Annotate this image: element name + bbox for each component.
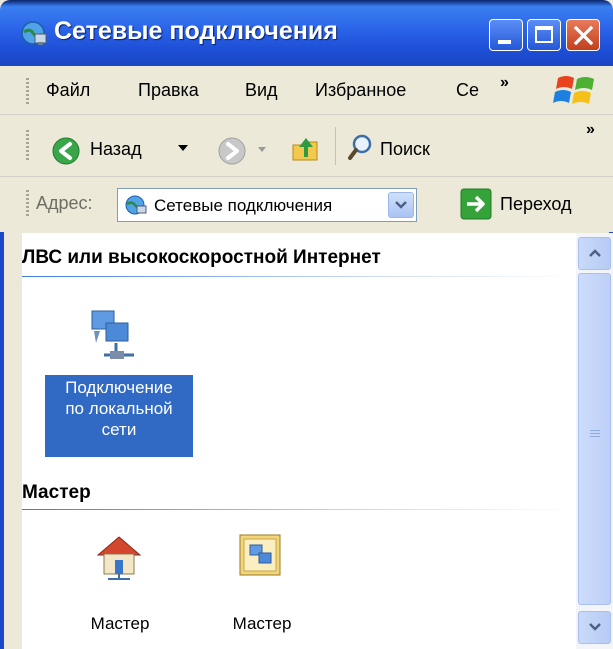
menu-favorites[interactable]: Избранное bbox=[315, 80, 406, 101]
menu-edit-label: Правка bbox=[138, 80, 199, 100]
section-divider bbox=[22, 509, 576, 510]
menu-view[interactable]: Вид bbox=[245, 80, 278, 101]
menu-file-label: Файл bbox=[46, 80, 91, 100]
forward-arrow-icon bbox=[218, 137, 246, 165]
chevron-down-icon bbox=[589, 623, 601, 631]
section-title-wizard: Мастер bbox=[22, 482, 91, 503]
network-connections-small-icon bbox=[125, 195, 147, 215]
menu-overflow-chevron[interactable]: » bbox=[500, 74, 509, 92]
network-setup-wizard-item[interactable]: Мастер bbox=[212, 523, 312, 638]
window: Сетевые подключения Файл Правка Вид Избр… bbox=[0, 0, 613, 649]
network-setup-wizard-label: Мастер bbox=[212, 613, 312, 634]
lan-connection-label: Подключение по локальной сети bbox=[45, 375, 193, 457]
network-setup-wizard-icon bbox=[239, 534, 281, 576]
label-line: Мастер bbox=[90, 614, 150, 633]
toolbar-overflow-chevron[interactable]: » bbox=[586, 121, 595, 139]
title-bar[interactable]: Сетевые подключения bbox=[0, 0, 613, 66]
search-label: Поиск bbox=[380, 139, 430, 159]
label-line: по локальной bbox=[65, 399, 173, 418]
close-icon bbox=[573, 25, 594, 46]
address-dropdown-button[interactable] bbox=[388, 192, 414, 218]
maximize-button[interactable] bbox=[527, 19, 561, 51]
maximize-icon bbox=[535, 26, 553, 43]
scroll-up-button[interactable] bbox=[578, 237, 611, 270]
scroll-thumb[interactable] bbox=[578, 273, 611, 605]
chevron-up-icon bbox=[589, 249, 601, 257]
up-folder-icon[interactable] bbox=[291, 135, 321, 163]
back-button[interactable]: Назад bbox=[38, 128, 208, 165]
home-network-wizard-item[interactable]: Мастер bbox=[70, 523, 170, 638]
menu-view-label: Вид bbox=[245, 80, 278, 100]
search-icon bbox=[348, 134, 372, 160]
go-button[interactable]: Переход bbox=[460, 186, 608, 224]
section-divider bbox=[22, 276, 576, 277]
standard-toolbar: Назад Поиск » bbox=[0, 115, 613, 177]
network-connections-icon bbox=[21, 21, 47, 45]
section-title-lan: ЛВС или высокоскоростной Интернет bbox=[22, 247, 381, 268]
forward-button[interactable] bbox=[210, 128, 285, 165]
menu-grip[interactable] bbox=[26, 78, 29, 104]
back-dropdown-icon[interactable] bbox=[178, 145, 188, 151]
menu-edit[interactable]: Правка bbox=[138, 80, 199, 101]
menu-service-label: Се bbox=[456, 80, 480, 100]
home-network-wizard-icon bbox=[96, 536, 142, 580]
content-pane: ЛВС или высокоскоростной Интернет Подклю… bbox=[22, 233, 576, 649]
close-button[interactable] bbox=[566, 19, 600, 51]
lan-connection-item[interactable]: Подключение по локальной сети bbox=[42, 295, 197, 459]
menu-favorites-label: Избранное bbox=[315, 80, 407, 100]
search-button[interactable]: Поиск bbox=[340, 128, 460, 164]
thumb-grip bbox=[590, 430, 600, 439]
address-grip[interactable] bbox=[26, 190, 29, 218]
menu-file[interactable]: Файл bbox=[46, 80, 90, 101]
address-value: Сетевые подключения bbox=[154, 196, 333, 215]
address-label: Адрес: bbox=[36, 193, 93, 213]
menu-service[interactable]: Се bbox=[456, 80, 479, 101]
scroll-down-button[interactable] bbox=[578, 611, 611, 644]
chevron-down-icon bbox=[395, 201, 407, 209]
windows-logo-icon bbox=[553, 76, 594, 104]
address-field[interactable]: Сетевые подключения bbox=[117, 188, 417, 222]
vertical-scrollbar[interactable] bbox=[576, 233, 613, 649]
label-line: сети bbox=[101, 420, 137, 439]
toolbar-separator bbox=[335, 127, 336, 165]
minimize-button[interactable] bbox=[489, 19, 523, 51]
menu-bar: Файл Правка Вид Избранное Се » bbox=[0, 66, 613, 115]
minimize-icon bbox=[498, 40, 511, 44]
go-label: Переход bbox=[500, 194, 572, 214]
forward-dropdown-icon[interactable] bbox=[258, 147, 266, 152]
label-line: Подключение bbox=[65, 378, 173, 397]
go-arrow-icon bbox=[460, 188, 492, 220]
home-network-wizard-label: Мастер bbox=[70, 613, 170, 634]
toolbar-grip[interactable] bbox=[26, 130, 29, 162]
window-title: Сетевые подключения bbox=[54, 17, 338, 45]
back-arrow-icon bbox=[52, 137, 80, 165]
label-line: Мастер bbox=[232, 614, 292, 633]
lan-connection-icon bbox=[91, 310, 134, 359]
back-label: Назад bbox=[90, 139, 142, 159]
